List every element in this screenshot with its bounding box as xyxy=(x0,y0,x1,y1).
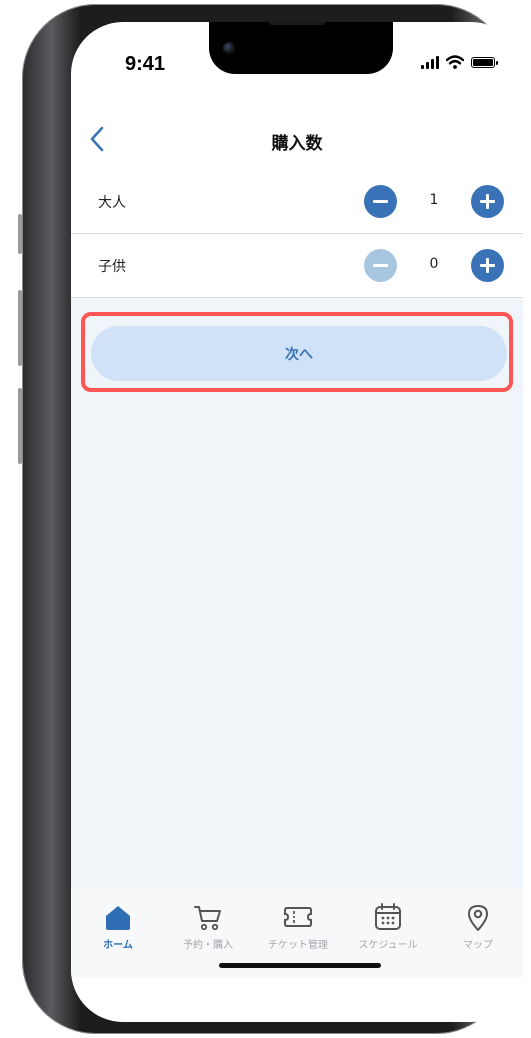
quantity-row-child: 子供 0 xyxy=(71,234,523,298)
map-pin-icon xyxy=(468,905,488,931)
status-time: 9:41 xyxy=(125,53,166,75)
row-label-child: 子供 xyxy=(98,259,126,275)
decrement-adult-button[interactable] xyxy=(364,185,397,218)
tab-map[interactable]: マップ xyxy=(433,902,523,951)
increment-adult-button[interactable] xyxy=(471,185,504,218)
volume-up-button xyxy=(18,290,22,366)
calendar-icon xyxy=(375,903,401,930)
home-indicator xyxy=(219,963,381,968)
navigation-bar: 購入数 xyxy=(71,112,523,171)
volume-down-button xyxy=(18,388,22,464)
quantity-row-adult: 大人 1 xyxy=(71,170,523,234)
row-label-adult: 大人 xyxy=(98,195,126,211)
tab-ticket[interactable]: チケット管理 xyxy=(253,902,343,951)
home-icon xyxy=(106,906,130,930)
screen: 9:41 購入数 大人 1 子供 0 次へ ホーム 予約・購入 チケット管理 ス… xyxy=(71,22,523,1022)
battery-icon xyxy=(471,56,498,68)
tab-home[interactable]: ホーム xyxy=(73,902,163,951)
tab-map-label: マップ xyxy=(463,940,493,951)
page-title: 購入数 xyxy=(271,134,323,154)
camera-icon xyxy=(223,42,235,54)
count-child: 0 xyxy=(429,256,439,272)
tab-reservation-label: 予約・購入 xyxy=(183,940,233,951)
status-icons xyxy=(421,55,498,69)
cart-icon xyxy=(194,906,221,931)
notch xyxy=(209,22,393,74)
speaker xyxy=(269,22,325,25)
mute-switch xyxy=(18,214,22,254)
decrement-child-button[interactable] xyxy=(364,249,397,282)
minus-icon xyxy=(373,264,388,267)
wifi-icon xyxy=(446,55,464,69)
tab-schedule[interactable]: スケジュール xyxy=(343,902,433,951)
increment-child-button[interactable] xyxy=(471,249,504,282)
minus-icon xyxy=(373,200,388,203)
signal-icon xyxy=(421,55,439,69)
ticket-icon xyxy=(284,907,312,927)
tab-home-label: ホーム xyxy=(103,940,133,951)
next-button[interactable]: 次へ xyxy=(91,326,507,381)
tab-reservation[interactable]: 予約・購入 xyxy=(163,902,253,951)
tab-ticket-label: チケット管理 xyxy=(268,940,328,951)
phone-frame: 9:41 購入数 大人 1 子供 0 次へ ホーム 予約・購入 チケット管理 ス… xyxy=(18,4,523,1034)
tab-schedule-label: スケジュール xyxy=(358,940,418,951)
count-adult: 1 xyxy=(429,192,439,208)
